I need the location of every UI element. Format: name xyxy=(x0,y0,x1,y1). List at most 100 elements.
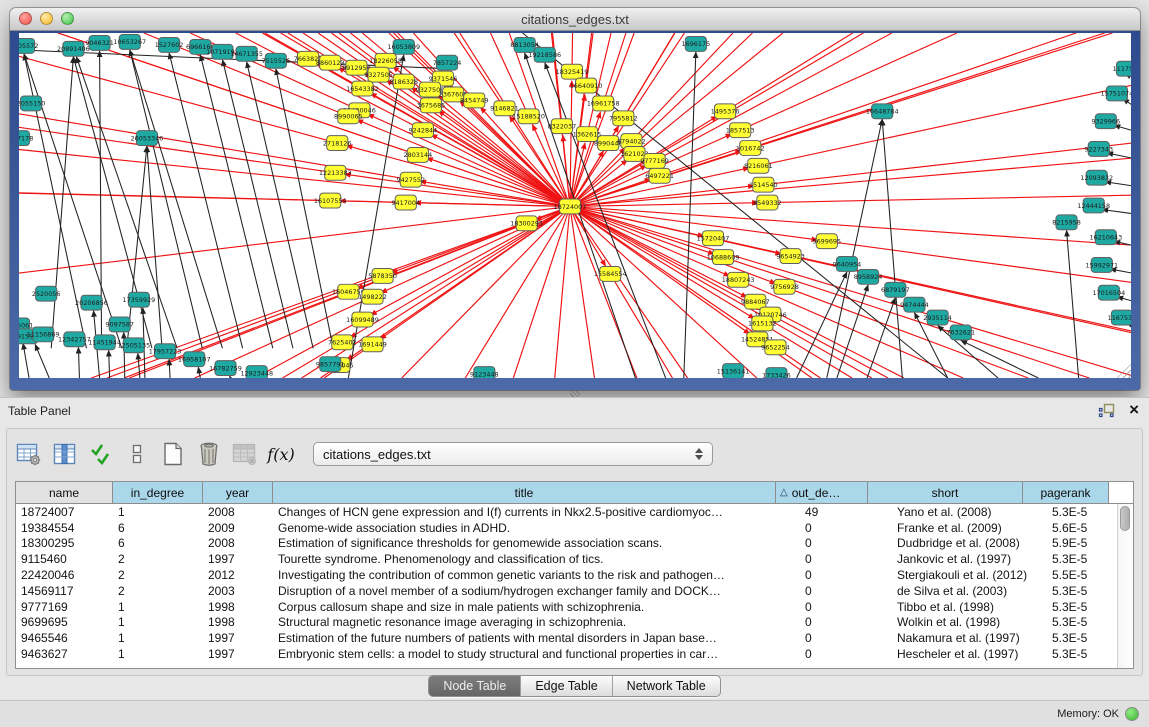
network-node[interactable]: 7632621 xyxy=(946,325,975,340)
network-node[interactable]: 2803144 xyxy=(404,148,433,163)
network-node[interactable]: 16107554 xyxy=(314,193,347,208)
network-node[interactable]: 9242844 xyxy=(409,123,438,138)
network-node[interactable]: 9417004 xyxy=(391,195,420,210)
table-row[interactable]: 911546021997Tourette syndrome. Phenomeno… xyxy=(16,551,1133,567)
network-node[interactable]: 12505135 xyxy=(117,338,150,353)
column-header-name[interactable]: name xyxy=(16,482,113,503)
network-node[interactable]: 2718126 xyxy=(323,136,352,151)
network-node[interactable]: 12923448 xyxy=(240,366,273,378)
tab-edge-table[interactable]: Edge Table xyxy=(521,676,612,696)
network-node[interactable]: 1857513 xyxy=(726,123,755,138)
network-node[interactable]: 10653267 xyxy=(113,34,146,49)
citation-network-graph[interactable]: 7663822886012389129541822605893275058186… xyxy=(19,33,1131,378)
network-node[interactable]: 1733426 xyxy=(762,368,791,378)
network-node[interactable]: 2520056 xyxy=(32,286,61,301)
network-node[interactable]: 9329966 xyxy=(1092,114,1121,129)
network-node[interactable]: 8958924 xyxy=(854,269,883,284)
network-node[interactable]: 6879197 xyxy=(881,282,910,297)
column-header-short[interactable]: short xyxy=(868,482,1023,503)
network-node[interactable]: 5878350 xyxy=(368,268,397,283)
window-titlebar[interactable]: citations_edges.txt xyxy=(10,8,1140,31)
network-node[interactable]: 7625402 xyxy=(328,335,357,350)
column-visibility-button[interactable] xyxy=(49,438,81,470)
network-node[interactable]: 16053809 xyxy=(387,39,420,54)
network-node[interactable]: 18325419 xyxy=(556,64,589,79)
network-node[interactable]: 16648784 xyxy=(866,104,899,119)
create-column-button[interactable] xyxy=(157,438,189,470)
table-vertical-scrollbar[interactable] xyxy=(1117,504,1133,668)
network-node[interactable]: 15751074 xyxy=(1101,86,1131,101)
table-row[interactable]: 1830029562008Estimation of significance … xyxy=(16,536,1133,552)
network-node[interactable]: 8990065 xyxy=(334,109,363,124)
table-row[interactable]: 969969511998Structural magnetic resonanc… xyxy=(16,615,1133,631)
memory-status-indicator[interactable] xyxy=(1125,707,1139,721)
table-row[interactable]: 1872400712008Changes of HCN gene express… xyxy=(16,504,1133,520)
column-header-pagerank[interactable]: pagerank xyxy=(1023,482,1109,503)
table-settings-button[interactable] xyxy=(13,438,45,470)
scrollbar-thumb[interactable] xyxy=(1120,506,1130,531)
network-node[interactable]: 7515526 xyxy=(262,53,291,68)
close-panel-icon[interactable]: × xyxy=(1129,402,1139,418)
table-row[interactable]: 977716911998Corpus callosum shape and si… xyxy=(16,599,1133,615)
network-node[interactable]: 7857224 xyxy=(433,55,462,70)
network-node[interactable]: 9123448 xyxy=(470,367,499,378)
network-node[interactable]: 16961758 xyxy=(587,96,620,111)
network-node[interactable]: 11451944 xyxy=(88,335,121,350)
network-node[interactable]: 9857791 xyxy=(316,357,345,372)
network-node[interactable]: 16782759 xyxy=(209,361,242,376)
network-node[interactable]: 9654923 xyxy=(776,249,805,264)
float-panel-icon[interactable] xyxy=(1098,403,1115,418)
network-node[interactable]: 9046321 xyxy=(85,35,114,50)
table-row[interactable]: 946554611997Estimation of the future num… xyxy=(16,630,1133,646)
tab-network-table[interactable]: Network Table xyxy=(613,676,720,696)
network-node[interactable]: 8549332 xyxy=(753,195,782,210)
network-node[interactable]: 9756928 xyxy=(770,279,799,294)
network-node[interactable]: 9699695 xyxy=(812,234,841,249)
table-selector-dropdown[interactable]: citations_edges.txt xyxy=(313,442,713,466)
network-node[interactable]: 1657178 xyxy=(19,131,33,146)
network-node[interactable]: 1514540 xyxy=(749,177,778,192)
table-row[interactable]: 946362711997Embryonic stem cells: a mode… xyxy=(16,646,1133,662)
network-node[interactable]: 2055150 xyxy=(19,96,45,111)
network-node[interactable]: 8186328 xyxy=(389,74,418,89)
network-node[interactable]: 15992971 xyxy=(1085,258,1118,273)
network-node[interactable]: 9652254 xyxy=(761,340,790,355)
network-node[interactable]: 9227343 xyxy=(1084,142,1113,157)
network-node[interactable]: 1016742 xyxy=(736,141,765,156)
tab-node-table[interactable]: Node Table xyxy=(429,676,521,696)
select-all-button[interactable] xyxy=(85,438,117,470)
network-node[interactable]: 1495376 xyxy=(711,104,740,119)
zoom-window-button[interactable] xyxy=(61,12,74,25)
network-node[interactable]: 1498222 xyxy=(358,289,387,304)
network-node[interactable]: 1117534 xyxy=(1113,61,1131,76)
network-node[interactable]: 16958107 xyxy=(178,352,211,367)
network-node[interactable]: 12213383 xyxy=(319,165,352,180)
network-node[interactable]: 8216061 xyxy=(744,158,773,173)
network-node[interactable]: 20206856 xyxy=(75,295,108,310)
network-node[interactable]: 8215958 xyxy=(1052,215,1081,230)
table-row[interactable]: 2242004622012Investigating the contribut… xyxy=(16,567,1133,583)
network-node[interactable]: 17359929 xyxy=(123,292,156,307)
network-node[interactable]: 8454749 xyxy=(460,93,489,108)
function-builder-button[interactable]: f(x) xyxy=(265,438,297,470)
network-node[interactable]: 1696175 xyxy=(682,36,711,51)
network-node[interactable]: 9427552 xyxy=(397,172,426,187)
network-node[interactable]: 1527602 xyxy=(155,37,184,52)
network-node[interactable]: 3675685 xyxy=(417,98,446,113)
table-row[interactable]: 1456911722003Disruption of a novel membe… xyxy=(16,583,1133,599)
network-node[interactable]: 10688609 xyxy=(707,250,740,265)
column-header-out-degree[interactable]: △ out_de… xyxy=(776,482,868,503)
network-node[interactable]: 9097587 xyxy=(105,317,134,332)
network-node[interactable]: 15720407 xyxy=(697,231,730,246)
network-node[interactable]: 15136141 xyxy=(717,364,750,378)
network-node[interactable]: 12093832 xyxy=(1080,170,1113,185)
table-row[interactable]: 1938455462009Genome-wide association stu… xyxy=(16,520,1133,536)
minimize-window-button[interactable] xyxy=(40,12,53,25)
network-node[interactable]: 2935114 xyxy=(923,310,952,325)
network-node[interactable]: 1615132 xyxy=(748,316,777,331)
delete-table-button[interactable] xyxy=(229,438,261,470)
network-node[interactable]: 9640954 xyxy=(833,257,862,272)
network-node[interactable]: 9474444 xyxy=(900,297,929,312)
delete-column-button[interactable] xyxy=(193,438,225,470)
column-header-in-degree[interactable]: in_degree xyxy=(113,482,203,503)
